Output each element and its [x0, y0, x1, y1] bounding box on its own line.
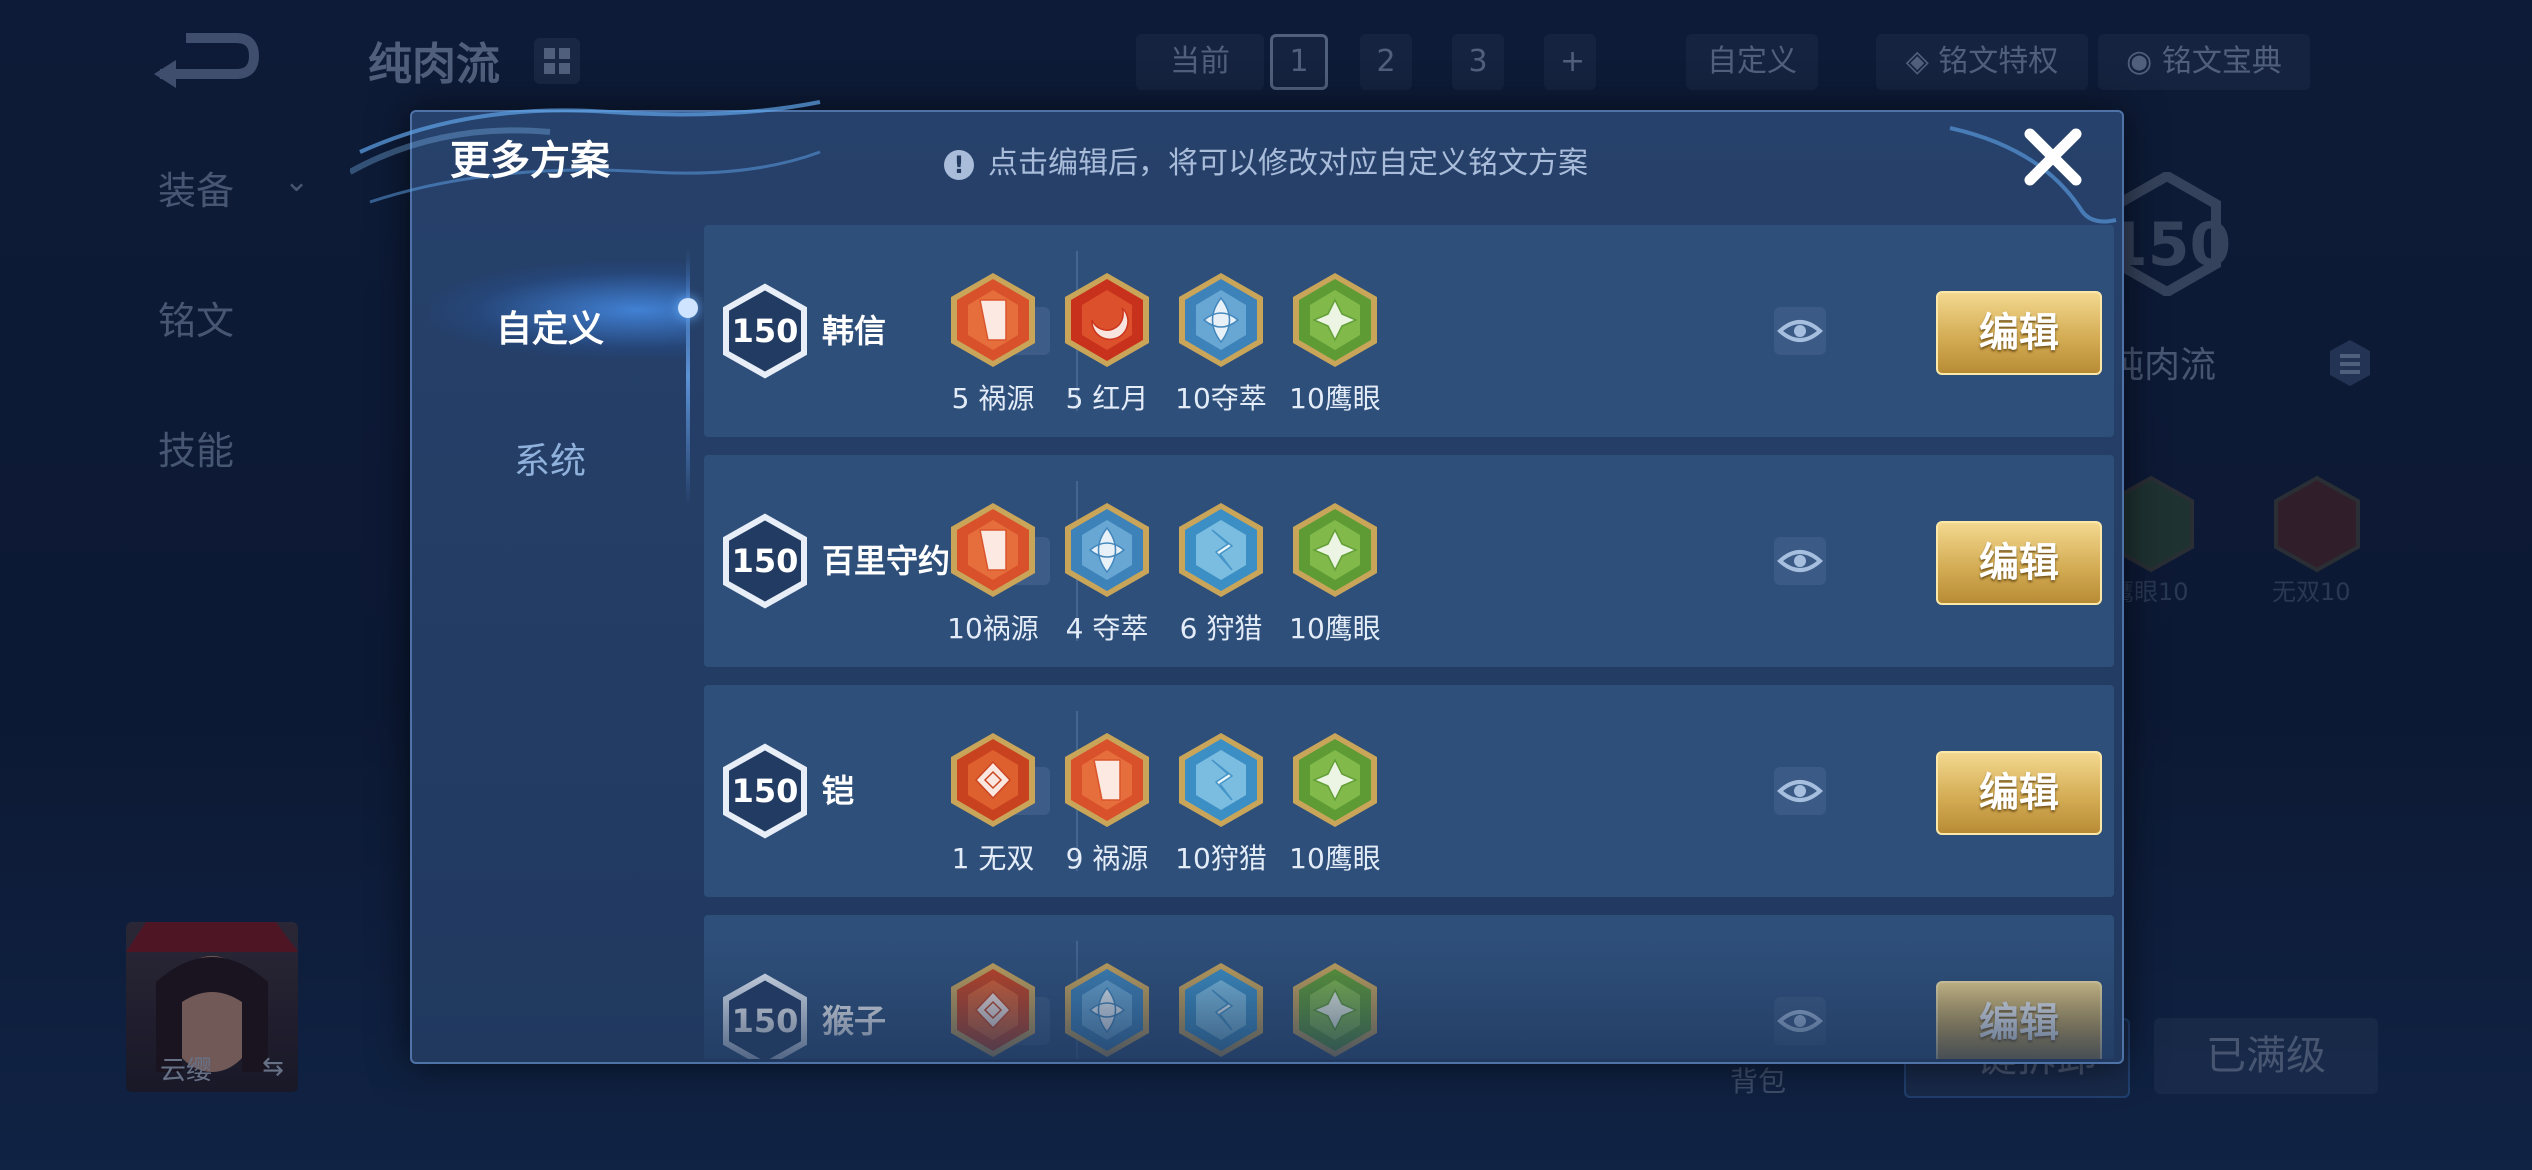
rune-count-label: 1 无双 — [951, 842, 1035, 875]
rune-count-label: 9 祸源 — [1065, 842, 1149, 875]
tab-custom[interactable]: 自定义 — [410, 282, 690, 378]
hint-text: ! 点击编辑后，将可以修改对应自定义铭文方案 — [944, 138, 1588, 182]
level-text: 150 — [731, 542, 799, 580]
plan-category-nav: 自定义 系统 — [410, 222, 690, 1058]
level-badge: 150 — [722, 283, 808, 379]
close-icon — [2024, 128, 2082, 186]
shoulie-rune-icon[interactable] — [1176, 729, 1266, 831]
preview-button[interactable] — [1774, 537, 1826, 585]
yingyan-rune-icon[interactable] — [1290, 269, 1380, 371]
edit-button[interactable]: 编辑 — [1936, 291, 2102, 375]
plan-row[interactable]: 150 铠 1 无双 9 祸源 10狩猎 10鹰眼 编辑 — [704, 685, 2114, 897]
rune-count-label: 10鹰眼 — [1289, 612, 1381, 645]
info-icon: ! — [944, 149, 974, 180]
hero-name: 铠 — [822, 772, 855, 810]
wushuang-rune-icon[interactable] — [948, 729, 1038, 831]
edit-button[interactable]: 编辑 — [1936, 751, 2102, 835]
modal-title: 更多方案 — [450, 138, 610, 184]
rune-count-label: 5 红月 — [1065, 382, 1149, 415]
level-text: 150 — [731, 772, 799, 810]
huoyuan-rune-icon[interactable] — [948, 269, 1038, 371]
yingyan-rune-icon[interactable] — [1290, 729, 1380, 831]
rune-count-label: 5 祸源 — [951, 382, 1035, 415]
list-fade — [704, 940, 2114, 1060]
huoyuan-rune-icon[interactable] — [948, 499, 1038, 601]
huoyuan-rune-icon[interactable] — [1062, 729, 1152, 831]
eye-icon — [1777, 780, 1823, 802]
plan-row[interactable]: 150 百里守约 10祸源 4 夺萃 6 狩猎 10鹰眼 编辑 — [704, 455, 2114, 667]
hero-name: 韩信 — [822, 312, 887, 350]
preview-button[interactable] — [1774, 767, 1826, 815]
hongyue-rune-icon[interactable] — [1062, 269, 1152, 371]
rune-count-label: 10鹰眼 — [1289, 382, 1381, 415]
rune-count-label: 10狩猎 — [1175, 842, 1267, 875]
edit-button[interactable]: 编辑 — [1936, 521, 2102, 605]
rune-count-label: 4 夺萃 — [1065, 612, 1149, 645]
rune-count-label: 10夺萃 — [1175, 382, 1267, 415]
duocui-rune-icon[interactable] — [1062, 499, 1152, 601]
level-badge: 150 — [722, 513, 808, 609]
level-text: 150 — [731, 312, 799, 350]
rune-count-label: 6 狩猎 — [1179, 612, 1263, 645]
preview-button[interactable] — [1774, 307, 1826, 355]
plan-list[interactable]: 150 韩信 5 祸源 5 红月 10夺萃 10鹰眼 编辑 150 百里守约 1… — [704, 225, 2114, 1059]
eye-icon — [1777, 550, 1823, 572]
duocui-rune-icon[interactable] — [1176, 269, 1266, 371]
rune-count-label: 10祸源 — [947, 612, 1039, 645]
yingyan-rune-icon[interactable] — [1290, 499, 1380, 601]
plan-row[interactable]: 150 韩信 5 祸源 5 红月 10夺萃 10鹰眼 编辑 — [704, 225, 2114, 437]
hero-name: 百里守约 — [822, 542, 951, 580]
eye-icon — [1777, 320, 1823, 342]
shoulie-rune-icon[interactable] — [1176, 499, 1266, 601]
level-badge: 150 — [722, 743, 808, 839]
tab-system[interactable]: 系统 — [410, 414, 690, 510]
hint-label: 点击编辑后，将可以修改对应自定义铭文方案 — [988, 146, 1588, 181]
rune-count-label: 10鹰眼 — [1289, 842, 1381, 875]
close-button[interactable] — [2018, 122, 2088, 192]
